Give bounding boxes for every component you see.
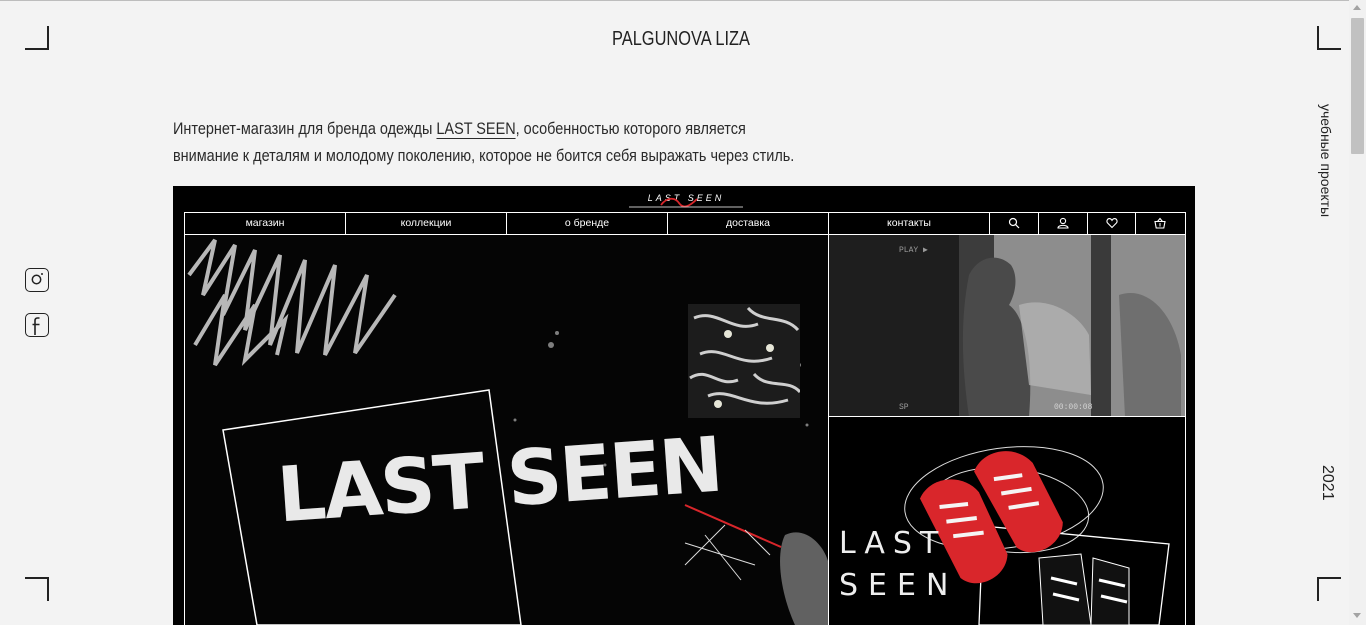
video-play-label: PLAY ▶ <box>899 246 928 255</box>
facebook-icon <box>32 317 40 335</box>
description-line-1: Интернет-магазин для бренда одежды LAST … <box>173 115 768 142</box>
facebook-link[interactable] <box>25 313 49 337</box>
scroll-down-arrow-icon[interactable] <box>1353 613 1361 618</box>
project-mockup-image[interactable]: LAST SEEN магазин коллекции о бренде дос… <box>173 186 1195 625</box>
mockup-nav-account <box>1039 213 1088 234</box>
mockup-nav-delivery: доставка <box>668 213 829 234</box>
corner-mark-top-right <box>1317 26 1341 50</box>
scrollbar-thumb[interactable] <box>1351 18 1364 154</box>
mockup-hero-banner: LAST SEEN <box>184 235 828 625</box>
mockup-nav-shop: магазин <box>185 213 346 234</box>
description-text: , особенностью которого является <box>515 119 746 138</box>
mockup-logo-swoosh-icon <box>629 197 743 208</box>
site-title[interactable]: PALGUNOVA LIZA <box>549 28 813 51</box>
sneaker-pattern-decoration <box>689 306 800 408</box>
mockup-nav: магазин коллекции о бренде доставка конт… <box>184 212 1186 235</box>
mockup-products-text-2: SEEN <box>839 568 959 603</box>
top-border-line <box>0 0 1366 1</box>
mockup-nav-about: о бренде <box>507 213 668 234</box>
instagram-icon <box>31 273 43 285</box>
video-timecode: 00:00:08 <box>1054 403 1093 412</box>
corner-mark-bottom-right <box>1317 577 1341 601</box>
chalk-scribble-decoration <box>187 238 828 625</box>
project-description: Интернет-магазин для бренда одежды LAST … <box>173 115 795 169</box>
user-icon <box>1057 217 1069 229</box>
description-line-2: внимание к деталям и молодому поколению,… <box>173 146 795 165</box>
mockup-right-column: PLAY ▶ SP 00:00:08 LAST SEEN <box>828 235 1186 625</box>
description-text: Интернет-магазин для бренда одежды <box>173 119 437 138</box>
mockup-logo: LAST SEEN <box>627 193 745 209</box>
mockup-nav-collections: коллекции <box>346 213 507 234</box>
corner-mark-bottom-left <box>25 577 49 601</box>
mockup-nav-search <box>990 213 1039 234</box>
mockup-products-panel: LAST SEEN <box>829 418 1185 625</box>
instagram-link[interactable] <box>25 268 49 292</box>
basket-icon <box>1154 217 1166 229</box>
mockup-nav-cart <box>1136 213 1185 234</box>
mockup-video-player: PLAY ▶ SP 00:00:08 <box>829 235 1185 417</box>
mockup-products-text-1: LAST <box>839 526 947 561</box>
video-frame-image <box>829 235 1185 416</box>
mockup-nav-contacts: контакты <box>829 213 990 234</box>
mockup-sneaker-pattern-image <box>688 304 800 418</box>
heart-icon <box>1105 218 1118 229</box>
search-icon <box>1008 217 1020 229</box>
scroll-up-arrow-icon[interactable] <box>1353 5 1361 10</box>
side-link-projects[interactable]: учебные проекты <box>1318 104 1334 217</box>
side-year: 2021 <box>1319 465 1336 501</box>
mockup-nav-wishlist <box>1088 213 1137 234</box>
corner-mark-top-left <box>25 26 49 50</box>
video-sp-label: SP <box>899 403 909 412</box>
brand-link[interactable]: LAST SEEN <box>436 119 516 139</box>
